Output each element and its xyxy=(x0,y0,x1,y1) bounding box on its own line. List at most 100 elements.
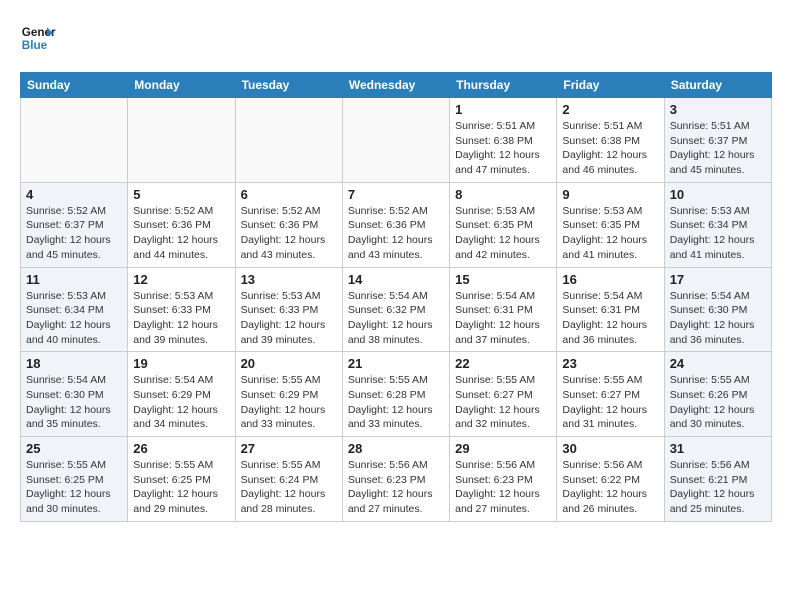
weekday-header-wednesday: Wednesday xyxy=(342,73,449,98)
day-info: Sunrise: 5:56 AM Sunset: 6:23 PM Dayligh… xyxy=(348,458,444,517)
calendar-cell: 6 Sunrise: 5:52 AM Sunset: 6:36 PM Daylig… xyxy=(235,182,342,267)
day-number: 29 xyxy=(455,441,551,456)
calendar-cell: 21 Sunrise: 5:55 AM Sunset: 6:28 PM Dayli… xyxy=(342,352,449,437)
day-number: 18 xyxy=(26,356,122,371)
day-number: 28 xyxy=(348,441,444,456)
day-info: Sunrise: 5:52 AM Sunset: 6:37 PM Dayligh… xyxy=(26,204,122,263)
page-header: General Blue xyxy=(20,20,772,56)
day-number: 2 xyxy=(562,102,658,117)
day-info: Sunrise: 5:52 AM Sunset: 6:36 PM Dayligh… xyxy=(241,204,337,263)
day-number: 12 xyxy=(133,272,229,287)
day-info: Sunrise: 5:54 AM Sunset: 6:32 PM Dayligh… xyxy=(348,289,444,348)
calendar-cell: 28 Sunrise: 5:56 AM Sunset: 6:23 PM Dayli… xyxy=(342,437,449,522)
day-number: 9 xyxy=(562,187,658,202)
day-info: Sunrise: 5:54 AM Sunset: 6:30 PM Dayligh… xyxy=(26,373,122,432)
calendar-cell xyxy=(235,98,342,183)
calendar-cell: 11Sunrise: 5:53 AM Sunset: 6:34 PM Dayli… xyxy=(21,267,128,352)
calendar-cell xyxy=(342,98,449,183)
day-info: Sunrise: 5:53 AM Sunset: 6:33 PM Dayligh… xyxy=(241,289,337,348)
calendar-cell: 24 Sunrise: 5:55 AM Sunset: 6:26 PM Dayli… xyxy=(664,352,771,437)
calendar-cell: 1 Sunrise: 5:51 AM Sunset: 6:38 PM Daylig… xyxy=(450,98,557,183)
day-number: 25 xyxy=(26,441,122,456)
day-number: 3 xyxy=(670,102,766,117)
day-info: Sunrise: 5:56 AM Sunset: 6:23 PM Dayligh… xyxy=(455,458,551,517)
calendar-cell: 4 Sunrise: 5:52 AM Sunset: 6:37 PM Daylig… xyxy=(21,182,128,267)
calendar-week-5: 25 Sunrise: 5:55 AM Sunset: 6:25 PM Dayli… xyxy=(21,437,772,522)
day-info: Sunrise: 5:52 AM Sunset: 6:36 PM Dayligh… xyxy=(348,204,444,263)
day-info: Sunrise: 5:51 AM Sunset: 6:37 PM Dayligh… xyxy=(670,119,766,178)
calendar-cell: 18 Sunrise: 5:54 AM Sunset: 6:30 PM Dayli… xyxy=(21,352,128,437)
day-number: 8 xyxy=(455,187,551,202)
day-number: 5 xyxy=(133,187,229,202)
day-number: 17 xyxy=(670,272,766,287)
day-number: 24 xyxy=(670,356,766,371)
calendar-cell xyxy=(21,98,128,183)
day-number: 16 xyxy=(562,272,658,287)
day-number: 10 xyxy=(670,187,766,202)
calendar-week-2: 4 Sunrise: 5:52 AM Sunset: 6:37 PM Daylig… xyxy=(21,182,772,267)
day-info: Sunrise: 5:51 AM Sunset: 6:38 PM Dayligh… xyxy=(562,119,658,178)
day-info: Sunrise: 5:53 AM Sunset: 6:35 PM Dayligh… xyxy=(562,204,658,263)
calendar-cell: 25 Sunrise: 5:55 AM Sunset: 6:25 PM Dayli… xyxy=(21,437,128,522)
calendar-table: SundayMondayTuesdayWednesdayThursdayFrid… xyxy=(20,72,772,522)
day-number: 23 xyxy=(562,356,658,371)
calendar-cell: 31Sunrise: 5:56 AM Sunset: 6:21 PM Dayli… xyxy=(664,437,771,522)
day-number: 7 xyxy=(348,187,444,202)
calendar-cell: 22 Sunrise: 5:55 AM Sunset: 6:27 PM Dayli… xyxy=(450,352,557,437)
day-info: Sunrise: 5:55 AM Sunset: 6:27 PM Dayligh… xyxy=(562,373,658,432)
day-info: Sunrise: 5:53 AM Sunset: 6:35 PM Dayligh… xyxy=(455,204,551,263)
weekday-header-sunday: Sunday xyxy=(21,73,128,98)
day-number: 21 xyxy=(348,356,444,371)
day-info: Sunrise: 5:55 AM Sunset: 6:29 PM Dayligh… xyxy=(241,373,337,432)
day-info: Sunrise: 5:54 AM Sunset: 6:31 PM Dayligh… xyxy=(562,289,658,348)
calendar-cell: 3 Sunrise: 5:51 AM Sunset: 6:37 PM Daylig… xyxy=(664,98,771,183)
calendar-cell: 9 Sunrise: 5:53 AM Sunset: 6:35 PM Daylig… xyxy=(557,182,664,267)
day-info: Sunrise: 5:54 AM Sunset: 6:31 PM Dayligh… xyxy=(455,289,551,348)
calendar-cell: 17 Sunrise: 5:54 AM Sunset: 6:30 PM Dayli… xyxy=(664,267,771,352)
day-info: Sunrise: 5:53 AM Sunset: 6:34 PM Dayligh… xyxy=(670,204,766,263)
weekday-header-saturday: Saturday xyxy=(664,73,771,98)
day-number: 22 xyxy=(455,356,551,371)
day-info: Sunrise: 5:55 AM Sunset: 6:27 PM Dayligh… xyxy=(455,373,551,432)
day-number: 13 xyxy=(241,272,337,287)
day-number: 26 xyxy=(133,441,229,456)
calendar-cell: 2 Sunrise: 5:51 AM Sunset: 6:38 PM Daylig… xyxy=(557,98,664,183)
day-number: 27 xyxy=(241,441,337,456)
calendar-cell: 29 Sunrise: 5:56 AM Sunset: 6:23 PM Dayli… xyxy=(450,437,557,522)
day-info: Sunrise: 5:56 AM Sunset: 6:21 PM Dayligh… xyxy=(670,458,766,517)
logo: General Blue xyxy=(20,20,56,56)
weekday-header-row: SundayMondayTuesdayWednesdayThursdayFrid… xyxy=(21,73,772,98)
calendar-cell: 23 Sunrise: 5:55 AM Sunset: 6:27 PM Dayli… xyxy=(557,352,664,437)
day-info: Sunrise: 5:55 AM Sunset: 6:24 PM Dayligh… xyxy=(241,458,337,517)
weekday-header-tuesday: Tuesday xyxy=(235,73,342,98)
calendar-cell: 12Sunrise: 5:53 AM Sunset: 6:33 PM Dayli… xyxy=(128,267,235,352)
day-info: Sunrise: 5:55 AM Sunset: 6:28 PM Dayligh… xyxy=(348,373,444,432)
calendar-cell: 26Sunrise: 5:55 AM Sunset: 6:25 PM Dayli… xyxy=(128,437,235,522)
day-number: 1 xyxy=(455,102,551,117)
svg-text:Blue: Blue xyxy=(22,39,48,52)
day-number: 15 xyxy=(455,272,551,287)
calendar-week-1: 1 Sunrise: 5:51 AM Sunset: 6:38 PM Daylig… xyxy=(21,98,772,183)
calendar-week-3: 11Sunrise: 5:53 AM Sunset: 6:34 PM Dayli… xyxy=(21,267,772,352)
day-info: Sunrise: 5:56 AM Sunset: 6:22 PM Dayligh… xyxy=(562,458,658,517)
weekday-header-thursday: Thursday xyxy=(450,73,557,98)
day-number: 11 xyxy=(26,272,122,287)
day-number: 4 xyxy=(26,187,122,202)
day-number: 14 xyxy=(348,272,444,287)
calendar-cell: 8 Sunrise: 5:53 AM Sunset: 6:35 PM Daylig… xyxy=(450,182,557,267)
day-info: Sunrise: 5:55 AM Sunset: 6:26 PM Dayligh… xyxy=(670,373,766,432)
calendar-cell: 7 Sunrise: 5:52 AM Sunset: 6:36 PM Daylig… xyxy=(342,182,449,267)
calendar-cell: 19Sunrise: 5:54 AM Sunset: 6:29 PM Dayli… xyxy=(128,352,235,437)
calendar-cell: 15 Sunrise: 5:54 AM Sunset: 6:31 PM Dayli… xyxy=(450,267,557,352)
weekday-header-friday: Friday xyxy=(557,73,664,98)
day-number: 20 xyxy=(241,356,337,371)
calendar-cell: 16 Sunrise: 5:54 AM Sunset: 6:31 PM Dayli… xyxy=(557,267,664,352)
calendar-cell xyxy=(128,98,235,183)
day-info: Sunrise: 5:51 AM Sunset: 6:38 PM Dayligh… xyxy=(455,119,551,178)
day-info: Sunrise: 5:52 AM Sunset: 6:36 PM Dayligh… xyxy=(133,204,229,263)
day-info: Sunrise: 5:55 AM Sunset: 6:25 PM Dayligh… xyxy=(26,458,122,517)
logo-icon: General Blue xyxy=(20,20,56,56)
day-number: 6 xyxy=(241,187,337,202)
weekday-header-monday: Monday xyxy=(128,73,235,98)
day-info: Sunrise: 5:54 AM Sunset: 6:30 PM Dayligh… xyxy=(670,289,766,348)
